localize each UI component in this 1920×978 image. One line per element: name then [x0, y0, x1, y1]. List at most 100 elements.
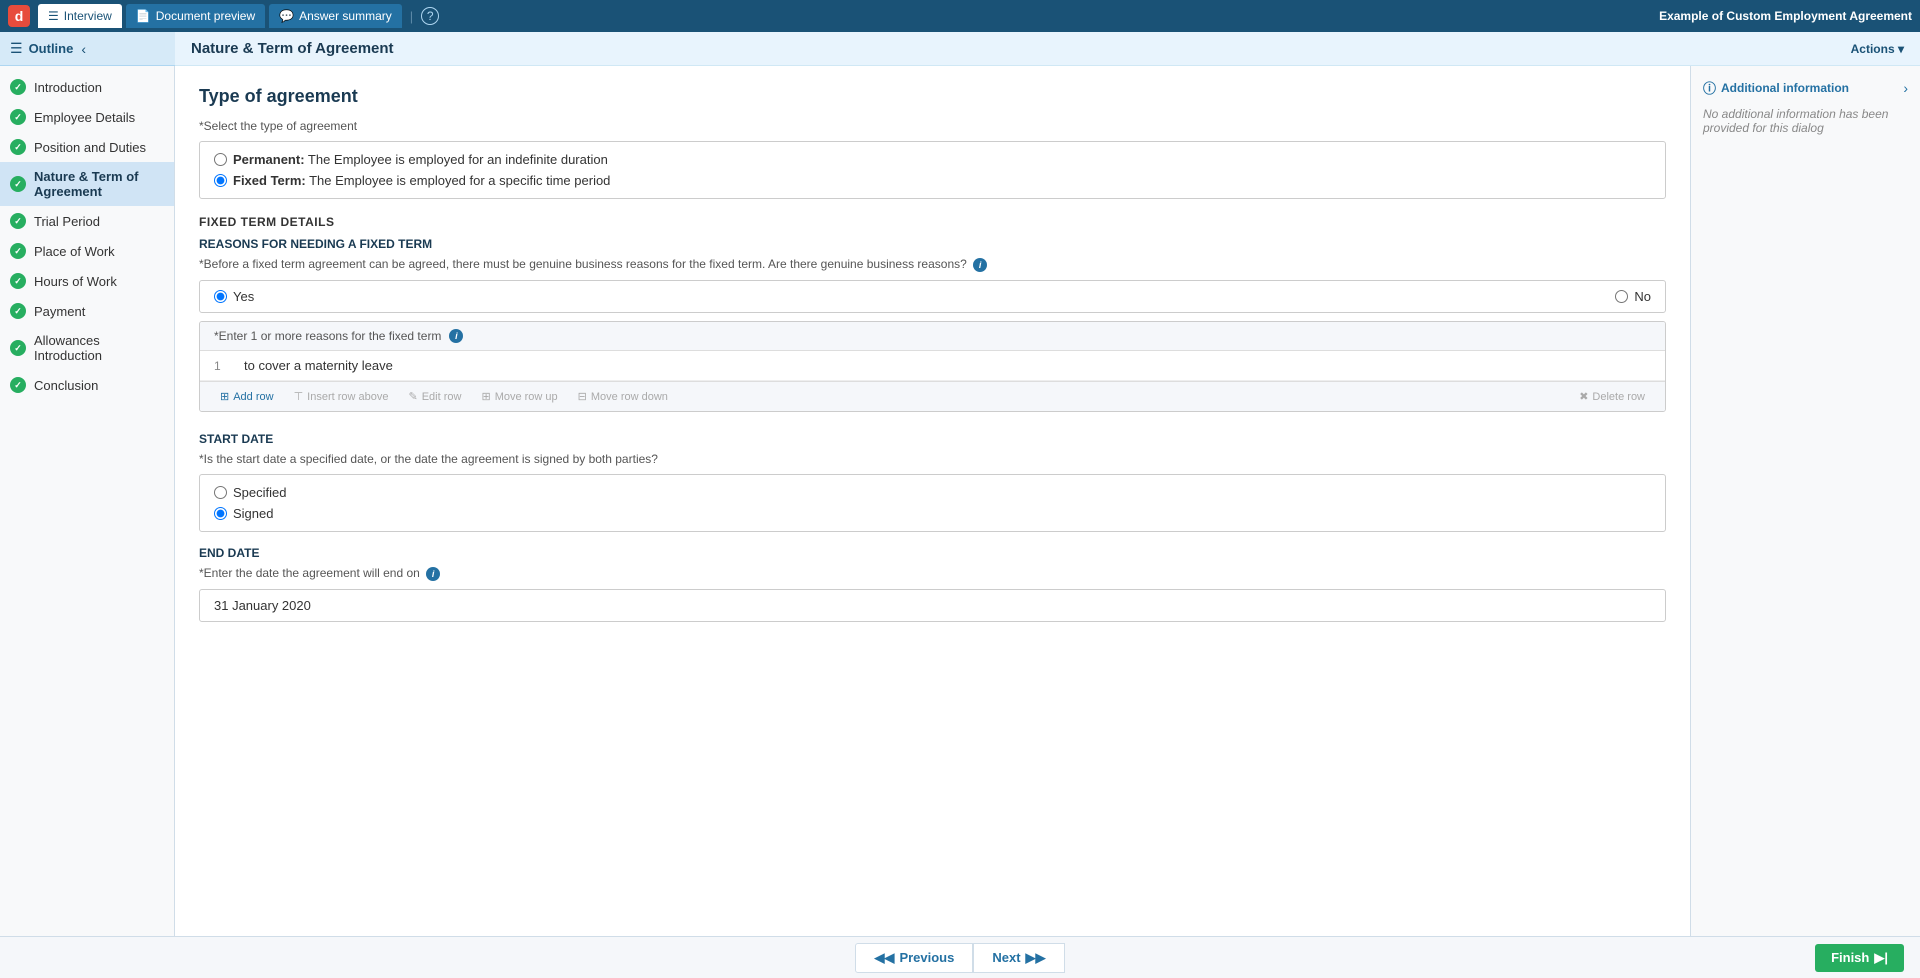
table-info-icon[interactable]: i	[449, 329, 463, 343]
right-panel: ⓘ Additional information › No additional…	[1690, 66, 1920, 936]
outline-bar: ☰ Outline ‹	[0, 32, 175, 66]
end-date-heading: END DATE	[199, 546, 1666, 560]
start-date-section: START DATE *Is the start date a specifie…	[199, 432, 1666, 532]
next-icon: ▶▶	[1026, 950, 1046, 966]
reasons-info-icon[interactable]: i	[973, 258, 987, 272]
table-toolbar: ⊞ Add row ⊤ Insert row above ✎ Edit row …	[200, 381, 1665, 411]
radio-no-input[interactable]	[1615, 290, 1628, 303]
next-button[interactable]: Next ▶▶	[973, 943, 1064, 973]
sidebar-item-position-duties[interactable]: Position and Duties	[0, 132, 174, 162]
select-label: *Select the type of agreement	[199, 119, 1666, 133]
previous-button[interactable]: ◀◀ Previous	[855, 943, 973, 973]
radio-signed-input[interactable]	[214, 507, 227, 520]
check-hours-of-work	[10, 273, 26, 289]
reasons-table: *Enter 1 or more reasons for the fixed t…	[199, 321, 1666, 412]
fixed-term-title: FIXED TERM DETAILS	[199, 215, 1666, 229]
radio-fixed-input[interactable]	[214, 174, 227, 187]
move-down-icon: ⊟	[578, 390, 587, 403]
outline-label: Outline	[29, 41, 74, 56]
tab-interview[interactable]: ☰ Interview	[38, 4, 122, 28]
table-row: 1 to cover a maternity leave	[200, 351, 1665, 381]
insert-row-above-button[interactable]: ⊤ Insert row above	[284, 386, 399, 407]
radio-fixed-term[interactable]: Fixed Term: The Employee is employed for…	[214, 173, 1651, 188]
top-nav: d ☰ Interview 📄 Document preview 💬 Answe…	[0, 0, 1920, 32]
edit-row-icon: ✎	[409, 390, 418, 403]
radio-yes-input[interactable]	[214, 290, 227, 303]
add-row-icon: ⊞	[220, 390, 229, 403]
end-date-question: *Enter the date the agreement will end o…	[199, 566, 1666, 581]
radio-no-option[interactable]: No	[1615, 289, 1651, 304]
interview-tab-icon: ☰	[48, 9, 59, 23]
previous-icon: ◀◀	[874, 950, 894, 966]
content-area: Type of agreement *Select the type of ag…	[175, 66, 1690, 936]
info-circle-icon: ⓘ	[1703, 78, 1716, 97]
outline-icon: ☰	[10, 40, 23, 57]
add-row-button[interactable]: ⊞ Add row	[210, 386, 284, 407]
insert-row-icon: ⊤	[294, 390, 304, 403]
move-row-down-button[interactable]: ⊟ Move row down	[568, 386, 678, 407]
check-payment	[10, 303, 26, 319]
sidebar-item-conclusion[interactable]: Conclusion	[0, 370, 174, 400]
sidebar-item-trial-period[interactable]: Trial Period	[0, 206, 174, 236]
help-button[interactable]: ?	[421, 7, 439, 25]
answer-summary-icon: 💬	[279, 9, 294, 23]
check-introduction	[10, 79, 26, 95]
radio-permanent[interactable]: Permanent: The Employee is employed for …	[214, 152, 1651, 167]
edit-row-button[interactable]: ✎ Edit row	[399, 386, 472, 407]
nav-divider: |	[410, 9, 413, 24]
agreement-type-box: Permanent: The Employee is employed for …	[199, 141, 1666, 199]
start-date-heading: START DATE	[199, 432, 1666, 446]
page-title: Nature & Term of Agreement	[191, 40, 394, 57]
check-conclusion	[10, 377, 26, 393]
app-logo: d	[8, 5, 30, 27]
right-panel-header: ⓘ Additional information ›	[1703, 78, 1908, 97]
end-date-info-icon[interactable]: i	[426, 567, 440, 581]
main-area: Introduction Employee Details Position a…	[0, 66, 1920, 936]
document-preview-icon: 📄	[136, 9, 151, 23]
end-date-section: END DATE *Enter the date the agreement w…	[199, 546, 1666, 622]
check-position-duties	[10, 139, 26, 155]
row-number: 1	[214, 359, 234, 373]
check-allowances	[10, 340, 26, 356]
sidebar-item-place-of-work[interactable]: Place of Work	[0, 236, 174, 266]
sidebar-item-nature-term[interactable]: Nature & Term of Agreement	[0, 162, 174, 206]
reasons-table-header: *Enter 1 or more reasons for the fixed t…	[200, 322, 1665, 351]
right-panel-expand-button[interactable]: ›	[1903, 80, 1908, 96]
additional-info-title: ⓘ Additional information	[1703, 78, 1849, 97]
sidebar-item-payment[interactable]: Payment	[0, 296, 174, 326]
check-place-of-work	[10, 243, 26, 259]
sidebar-item-allowances[interactable]: Allowances Introduction	[0, 326, 174, 370]
yes-no-row: Yes No	[199, 280, 1666, 313]
radio-specified-input[interactable]	[214, 486, 227, 499]
reasons-heading: REASONS FOR NEEDING A FIXED TERM	[199, 237, 1666, 251]
sub-header-bar: ☰ Outline ‹ Nature & Term of Agreement A…	[0, 32, 1920, 66]
outline-collapse-button[interactable]: ‹	[81, 41, 86, 57]
move-row-up-button[interactable]: ⊞ Move row up	[471, 386, 567, 407]
check-trial-period	[10, 213, 26, 229]
radio-signed[interactable]: Signed	[214, 506, 1651, 521]
delete-icon: ✖	[1579, 390, 1588, 403]
tab-answer-summary[interactable]: 💬 Answer summary	[269, 4, 402, 28]
delete-row-button[interactable]: ✖ Delete row	[1569, 386, 1655, 407]
finish-icon: ▶|	[1874, 950, 1888, 966]
sidebar-item-hours-of-work[interactable]: Hours of Work	[0, 266, 174, 296]
additional-info-text: No additional information has been provi…	[1703, 107, 1908, 135]
bottom-bar: ◀◀ Previous Next ▶▶ Finish ▶|	[0, 936, 1920, 978]
start-date-question: *Is the start date a specified date, or …	[199, 452, 1666, 466]
sidebar-item-employee-details[interactable]: Employee Details	[0, 102, 174, 132]
row-text: to cover a maternity leave	[244, 358, 393, 373]
end-date-value[interactable]: 31 January 2020	[199, 589, 1666, 622]
app-title: Example of Custom Employment Agreement	[1659, 9, 1912, 23]
radio-permanent-input[interactable]	[214, 153, 227, 166]
radio-yes-option[interactable]: Yes	[214, 289, 1615, 304]
tab-document-preview[interactable]: 📄 Document preview	[126, 4, 265, 28]
sidebar-item-introduction[interactable]: Introduction	[0, 72, 174, 102]
actions-button[interactable]: Actions ▾	[1851, 42, 1904, 56]
page-title-bar: Nature & Term of Agreement Actions ▾	[175, 32, 1920, 66]
radio-specified[interactable]: Specified	[214, 485, 1651, 500]
finish-button[interactable]: Finish ▶|	[1815, 944, 1904, 972]
move-up-icon: ⊞	[481, 390, 490, 403]
check-nature-term	[10, 176, 26, 192]
reasons-question: *Before a fixed term agreement can be ag…	[199, 257, 1666, 272]
start-date-options: Specified Signed	[199, 474, 1666, 532]
